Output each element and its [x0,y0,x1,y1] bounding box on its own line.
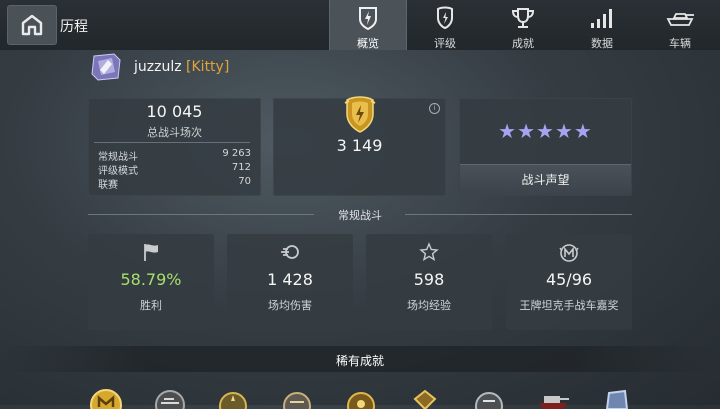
rating-emblem [344,94,376,134]
tank-medal-icon[interactable] [150,385,190,409]
tab-vehicles[interactable]: 车辆 [642,0,718,50]
info-icon[interactable]: i [429,103,440,114]
shield-medal-icon[interactable] [597,385,637,409]
stat-card-avg-damage[interactable]: 1 428 场均伤害 [227,234,353,330]
order-medal-icon[interactable] [469,385,509,409]
battle-reputation-button[interactable]: 战斗声望 [460,164,631,195]
avg-damage-value: 1 428 [267,270,313,289]
tab-label: 数据 [591,37,613,50]
total-battles-value: 10 045 [146,102,203,121]
gold-rating-shield-icon [344,96,376,133]
win-rate-label: 胜利 [140,299,162,312]
tab-rating[interactable]: 评级 [407,0,483,50]
mastery-badge-icon [559,244,579,262]
gold-tank-medal-icon[interactable] [533,385,573,409]
wreath-medal-icon[interactable] [213,385,253,409]
profile-avatar[interactable] [90,52,124,82]
top-bar: 历程 概览 评级 成就 数据 车辆 [0,0,720,50]
clan-tag[interactable]: [Kitty] [186,59,229,75]
star-outline-icon [419,242,439,261]
battle-reputation-card: ★★★★★ 战斗声望 [459,98,632,196]
total-battles-card: 10 045 总战斗场次 常规战斗 9 263 评级模式 712 联赛 70 [88,98,261,196]
row-value: 70 [238,176,251,187]
tank-icon [666,13,694,26]
row-value: 9 263 [222,148,251,159]
rating-shield-icon [437,6,453,30]
page-title: 历程 [60,19,88,35]
mastery-label: 王牌坦克手战车嘉奖 [519,299,619,312]
home-button[interactable] [7,5,57,45]
wreath-medal-icon[interactable] [277,385,317,409]
rating-card[interactable]: i 3 149 [273,96,446,196]
rare-achievements-title: 稀有成就 [335,354,384,368]
rare-achievements-header: 稀有成就 [0,346,720,372]
tab-label: 车辆 [669,37,691,50]
damage-shell-icon [281,245,299,259]
tab-label: 评级 [434,37,456,50]
stat-card-win-rate[interactable]: 58.79% 胜利 [88,234,214,330]
divider-right [405,214,632,215]
tab-label: 概览 [357,37,379,50]
battles-row: 常规战斗 9 263 [98,148,251,163]
player-nickname: juzzulz [134,59,182,75]
win-rate-value: 58.79% [120,270,182,289]
stat-card-mastery[interactable]: 45/96 王牌坦克手战车嘉奖 [506,234,632,330]
section-title-regular: 常规战斗 [338,209,382,222]
row-label: 联赛 [98,180,118,191]
tab-achievements[interactable]: 成就 [485,0,561,50]
reputation-stars: ★★★★★ [498,119,593,143]
flag-icon [144,244,158,261]
order-medal-icon[interactable] [405,385,445,409]
battles-row: 联赛 70 [98,176,251,191]
battles-row: 评级模式 712 [98,162,251,177]
avg-damage-label: 场均伤害 [268,299,312,312]
trophy-icon [511,8,535,28]
wreath-medal-icon[interactable] [341,385,381,409]
home-icon [21,14,43,36]
shield-bolt-icon [359,7,377,30]
tab-label: 成就 [512,37,534,50]
tab-overview[interactable]: 概览 [329,0,407,50]
avg-xp-value: 598 [413,270,445,289]
avatar-emblem-icon [91,53,121,81]
player-name: juzzulz [Kitty] [134,59,229,75]
stat-card-avg-xp[interactable]: 598 场均经验 [366,234,492,330]
total-battles-label: 总战斗场次 [147,126,202,139]
divider [94,142,250,143]
tab-statistics[interactable]: 数据 [564,0,640,50]
avg-xp-label: 场均经验 [407,299,451,312]
rating-value: 3 149 [336,136,383,155]
mastery-value: 45/96 [545,270,593,289]
bar-chart-icon [591,9,612,28]
mastery-m-medal-icon[interactable] [86,385,126,409]
row-value: 712 [231,162,251,173]
